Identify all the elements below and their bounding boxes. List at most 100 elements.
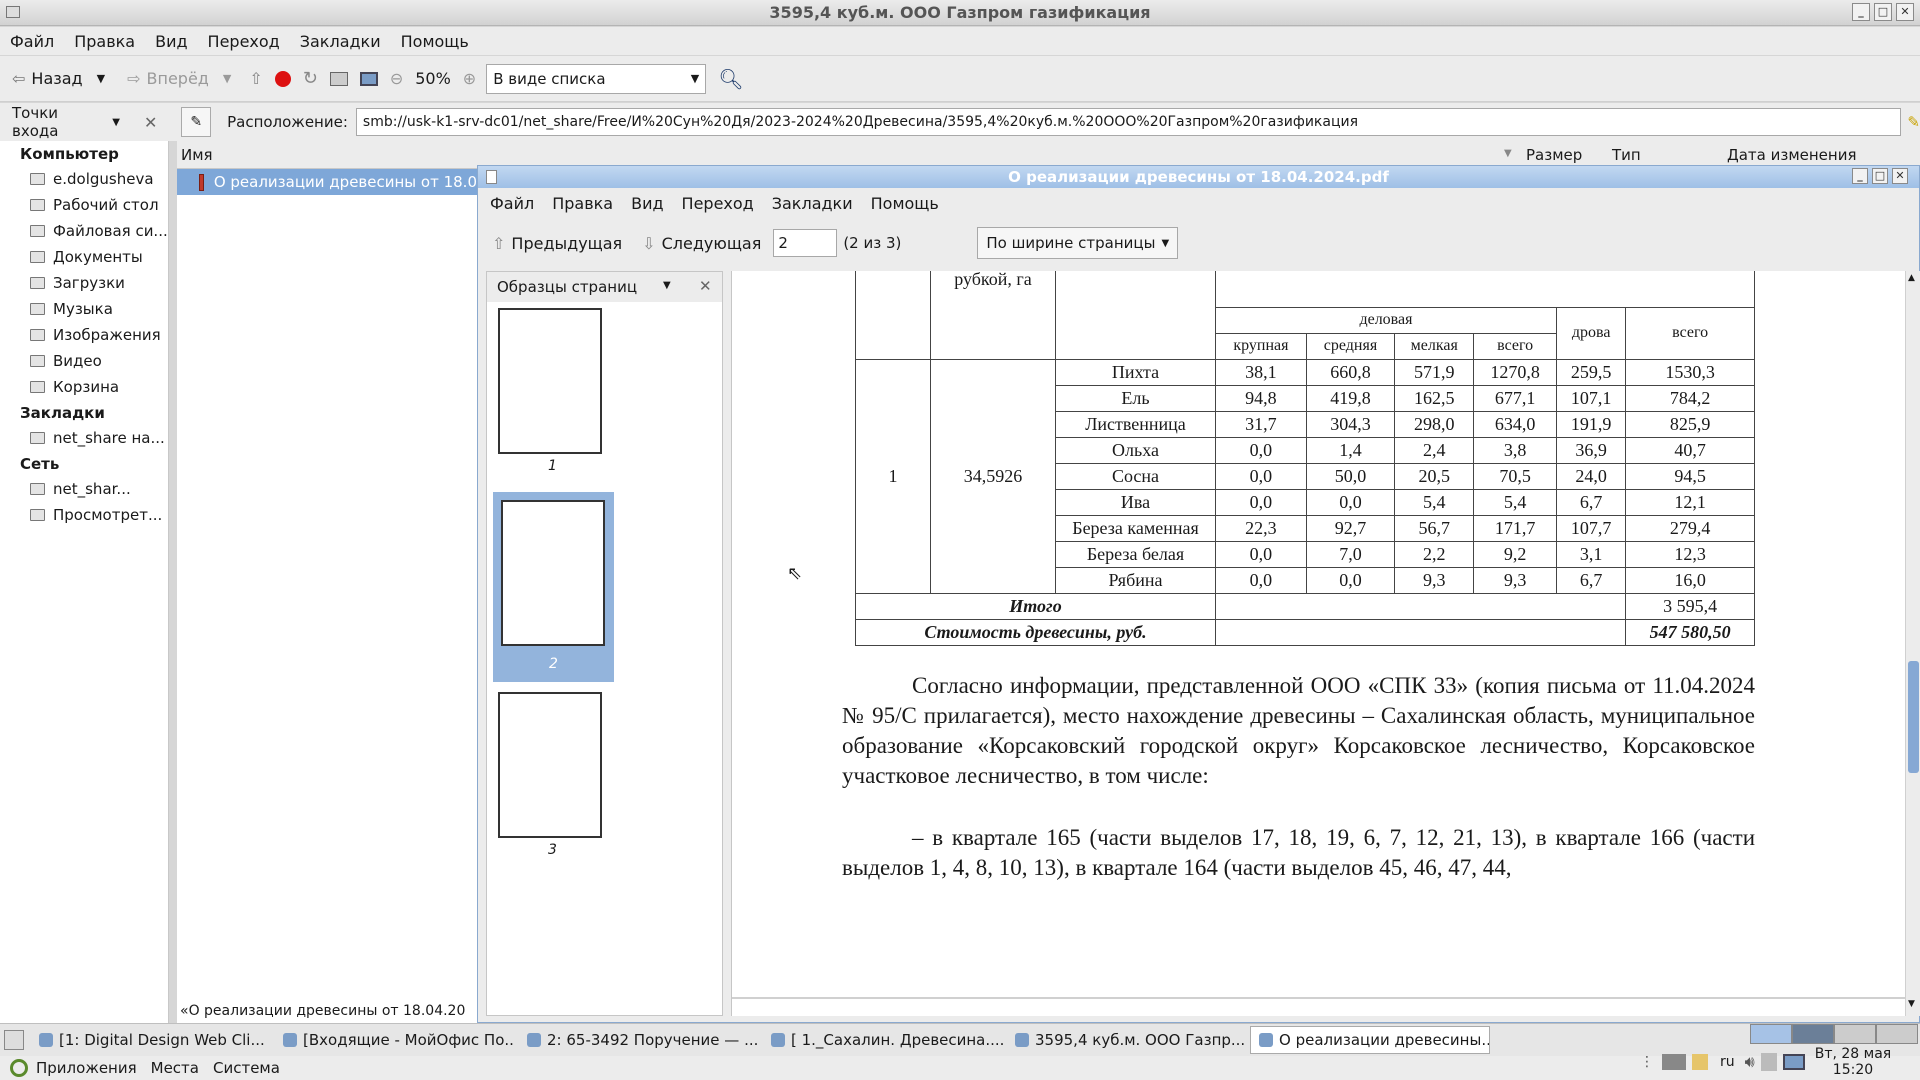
pdf-minimize-button[interactable]: _ bbox=[1852, 168, 1868, 184]
close-button[interactable]: ✕ bbox=[1896, 3, 1914, 21]
table-cell: 12,1 bbox=[1625, 488, 1755, 516]
taskbar-task-0[interactable]: [1: Digital Design Web Cli... bbox=[30, 1026, 272, 1054]
menu-view[interactable]: Вид bbox=[155, 32, 187, 51]
location-input[interactable]: smb://usk-k1-srv-dc01/net_share/Free/И%2… bbox=[355, 108, 1902, 136]
pdf-menu-file[interactable]: Файл bbox=[490, 194, 534, 213]
menu-go[interactable]: Переход bbox=[208, 32, 280, 51]
workspace-2[interactable] bbox=[1792, 1024, 1834, 1044]
prev-page-button[interactable]: ⇧ Предыдущая bbox=[492, 234, 622, 253]
sidebar-item-computer-2[interactable]: Файловая си... bbox=[0, 218, 168, 244]
computer-header: Компьютер bbox=[20, 145, 119, 163]
page-number-input[interactable]: 2 bbox=[773, 229, 838, 257]
up-button[interactable]: ⇧ bbox=[243, 62, 268, 96]
stop-button[interactable] bbox=[269, 62, 297, 96]
chevron-down-icon[interactable]: ▼ bbox=[223, 72, 231, 85]
pdf-menu-bookmarks[interactable]: Закладки bbox=[772, 194, 853, 213]
sidebar-item-computer-1[interactable]: Рабочий стол bbox=[0, 192, 168, 218]
sidebar-item-computer-0[interactable]: e.dolgusheva bbox=[0, 166, 168, 192]
menu-file[interactable]: Файл bbox=[10, 32, 54, 51]
volume-icon[interactable]: 🔊︎ bbox=[1745, 1052, 1755, 1072]
column-name[interactable]: Имя bbox=[181, 146, 213, 164]
thumbnail-page-3[interactable]: 3 bbox=[493, 692, 603, 862]
chevron-down-icon[interactable]: ▼ bbox=[97, 72, 105, 85]
close-pane-icon[interactable]: ✕ bbox=[699, 277, 712, 295]
pdf-menu-view[interactable]: Вид bbox=[631, 194, 663, 213]
scroll-down-icon[interactable]: ▼ bbox=[1908, 999, 1915, 1009]
file-row-selected[interactable]: О реализации древесины от 18.0 bbox=[177, 169, 477, 195]
sidebar-item-label: Музыка bbox=[53, 300, 113, 318]
task-label: 3595,4 куб.м. ООО Газпр... bbox=[1035, 1031, 1246, 1049]
pdf-menu-edit[interactable]: Правка bbox=[552, 194, 613, 213]
menu-help[interactable]: Помощь bbox=[401, 32, 469, 51]
sidebar-item-computer-8[interactable]: Корзина bbox=[0, 374, 168, 400]
sidebar-item-bookmarks-0[interactable]: net_share на... bbox=[0, 425, 168, 451]
sidebar-item-computer-5[interactable]: Музыка bbox=[0, 296, 168, 322]
zoom-out-button[interactable]: ⊖ bbox=[384, 62, 409, 96]
sidebar-item-network-1[interactable]: Просмотрет... bbox=[0, 502, 168, 528]
pdf-menubar: Файл Правка Вид Переход Закладки Помощь bbox=[478, 188, 1919, 218]
scroll-up-icon[interactable]: ▲ bbox=[1908, 273, 1915, 283]
clear-location-icon[interactable]: ✎ bbox=[1907, 113, 1920, 131]
scroll-thumb[interactable] bbox=[1908, 661, 1919, 773]
chevron-down-icon[interactable]: ▼ bbox=[663, 280, 671, 291]
close-sidebar-icon[interactable]: ✕ bbox=[144, 113, 157, 132]
vertical-scrollbar[interactable]: ▲ ▼ bbox=[1905, 271, 1920, 1016]
taskbar-task-3[interactable]: [ 1._Сахалин. Древесина.... bbox=[762, 1026, 1004, 1054]
notes-tray-icon[interactable] bbox=[1692, 1054, 1708, 1070]
search-button[interactable]: 🔍︎ bbox=[712, 62, 749, 96]
sidebar-item-computer-4[interactable]: Загрузки bbox=[0, 270, 168, 296]
thumbnail-page-2-selected[interactable]: 2 bbox=[493, 492, 614, 682]
column-type[interactable]: Тип bbox=[1612, 146, 1641, 164]
pdf-menu-help[interactable]: Помощь bbox=[871, 194, 939, 213]
zoom-in-button[interactable]: ⊕ bbox=[457, 62, 482, 96]
sidebar-item-network-0[interactable]: net_shar... bbox=[0, 476, 168, 502]
view-mode-select[interactable]: В виде списка ▼ bbox=[486, 63, 707, 94]
applications-menu[interactable]: Приложения bbox=[36, 1059, 137, 1077]
column-size[interactable]: Размер bbox=[1526, 146, 1582, 164]
clock[interactable]: Вт, 28 мая 15:20 bbox=[1815, 1046, 1892, 1078]
sidebar-item-computer-3[interactable]: Документы bbox=[0, 244, 168, 270]
next-page-button[interactable]: ⇩ Следующая bbox=[642, 234, 761, 253]
page-count: (2 из 3) bbox=[843, 234, 902, 252]
maximize-button[interactable]: □ bbox=[1874, 3, 1892, 21]
menu-edit[interactable]: Правка bbox=[74, 32, 135, 51]
pdf-close-button[interactable]: ✕ bbox=[1892, 168, 1908, 184]
pdf-menu-go[interactable]: Переход bbox=[682, 194, 754, 213]
taskbar-task-4[interactable]: 3595,4 куб.м. ООО Газпр... bbox=[1006, 1026, 1248, 1054]
table-cell: Рябина bbox=[1055, 566, 1216, 594]
reload-button[interactable]: ↻ bbox=[297, 62, 324, 96]
minimize-button[interactable]: _ bbox=[1852, 3, 1870, 21]
workspace-1[interactable] bbox=[1750, 1024, 1792, 1044]
table-cell: 784,2 bbox=[1625, 384, 1755, 412]
sidebar-item-computer-6[interactable]: Изображения bbox=[0, 322, 168, 348]
places-dropdown[interactable]: Точки входа ▼ bbox=[12, 104, 120, 140]
show-desktop-icon[interactable] bbox=[4, 1030, 24, 1050]
taskbar-task-5[interactable]: О реализации древесины... bbox=[1250, 1026, 1490, 1054]
table-cell: всего bbox=[1473, 332, 1557, 360]
workspace-switcher[interactable] bbox=[1750, 1024, 1918, 1044]
toggle-location-button[interactable]: ✎ bbox=[181, 107, 212, 137]
keyboard-layout[interactable]: ru bbox=[1720, 1054, 1735, 1070]
sidebar-item-computer-7[interactable]: Видео bbox=[0, 348, 168, 374]
monitor-tray-icon[interactable] bbox=[1782, 1054, 1805, 1070]
places-menu[interactable]: Места bbox=[151, 1059, 199, 1077]
table-cell: 92,7 bbox=[1305, 514, 1396, 542]
menu-bookmarks[interactable]: Закладки bbox=[300, 32, 381, 51]
home-button[interactable] bbox=[324, 62, 354, 96]
taskbar-task-1[interactable]: [Входящие - МойОфис По... bbox=[274, 1026, 516, 1054]
system-menu[interactable]: Система bbox=[213, 1059, 280, 1077]
zoom-mode-select[interactable]: По ширине страницы ▼ bbox=[977, 227, 1179, 259]
back-button[interactable]: ⇦ Назад ▼ bbox=[6, 62, 111, 96]
forward-button[interactable]: ⇨ Вперёд ▼ bbox=[121, 62, 237, 96]
clipboard-tray-icon[interactable] bbox=[1760, 1053, 1777, 1071]
document-view[interactable]: рубкой, га деловая дрова всего крупная средня… bbox=[731, 271, 1920, 1016]
table-cell: 571,9 bbox=[1394, 358, 1475, 386]
workspace-4[interactable] bbox=[1876, 1024, 1918, 1044]
thumbnail-page-1[interactable]: 1 bbox=[493, 308, 603, 474]
pdf-maximize-button[interactable]: □ bbox=[1872, 168, 1888, 184]
taskbar-task-2[interactable]: 2: 65-3492 Поручение — ... bbox=[518, 1026, 760, 1054]
workspace-3[interactable] bbox=[1834, 1024, 1876, 1044]
computer-button[interactable] bbox=[354, 62, 384, 96]
network-tray-icon[interactable] bbox=[1662, 1054, 1686, 1070]
column-date[interactable]: Дата изменения bbox=[1727, 146, 1857, 164]
